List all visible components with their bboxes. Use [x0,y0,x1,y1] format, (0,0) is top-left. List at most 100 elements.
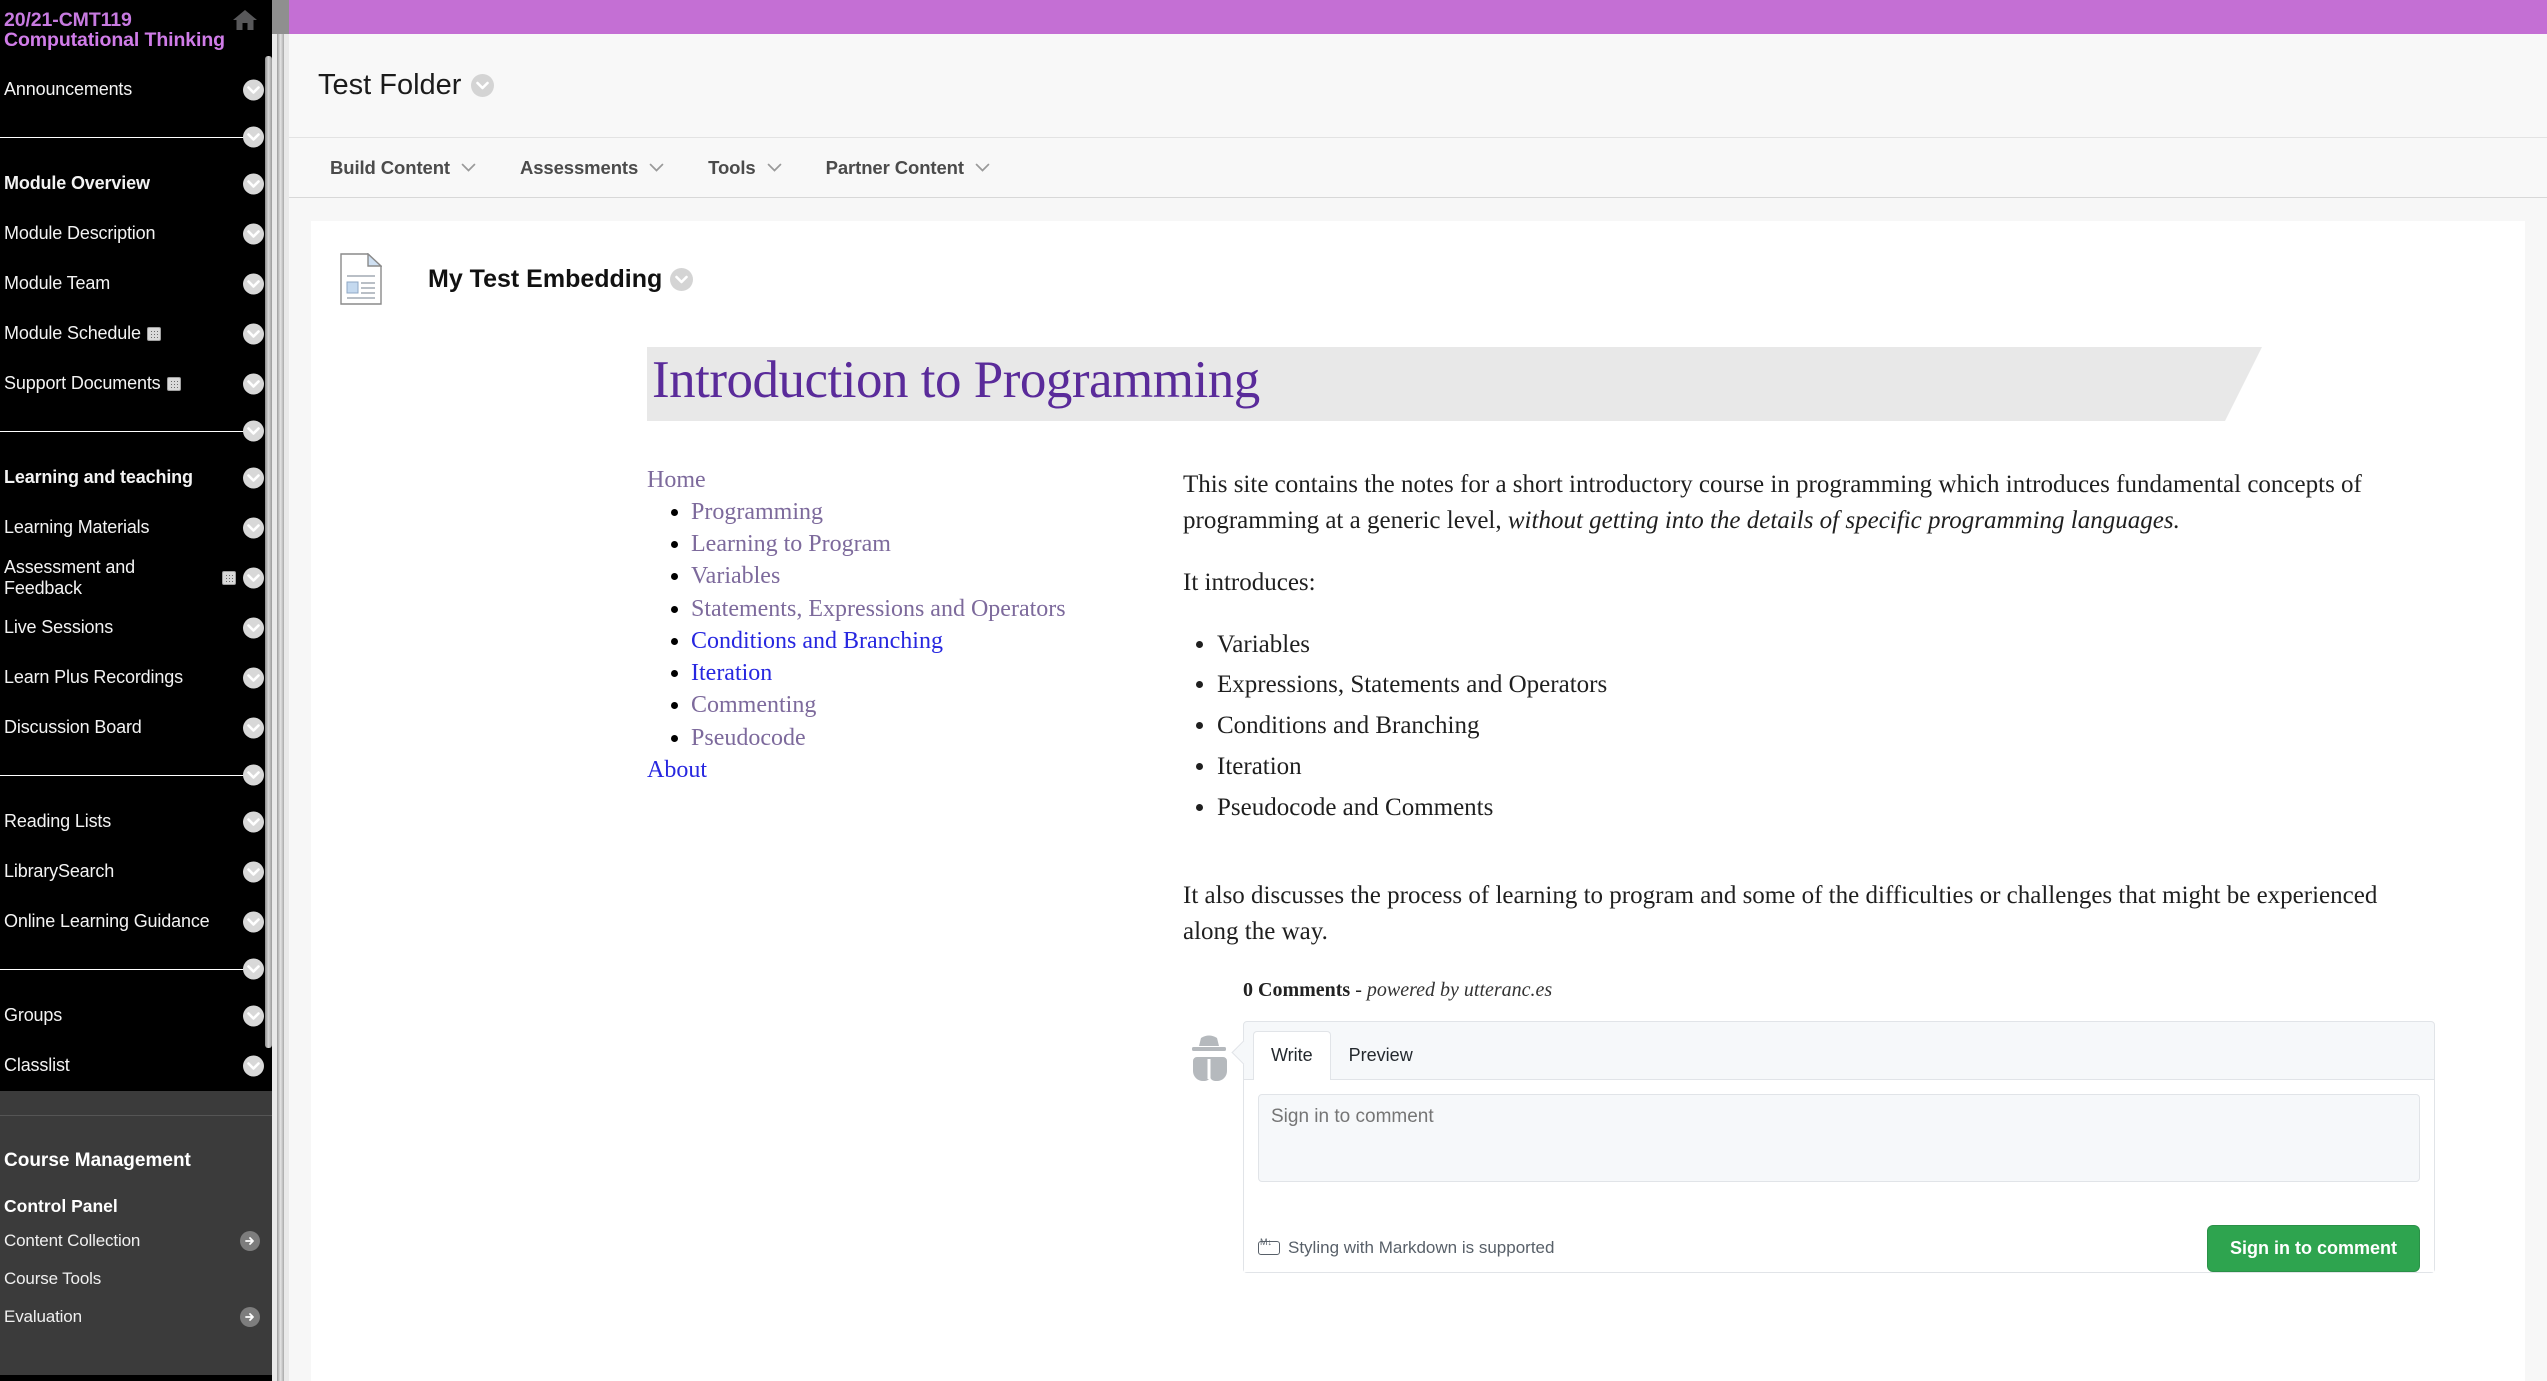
chevron-down-circle-icon[interactable] [243,173,264,195]
menu-build-content[interactable]: Build Content [308,157,498,179]
chevron-down-circle-icon[interactable] [243,717,264,739]
tab-write[interactable]: Write [1253,1030,1331,1081]
sidebar-item-assessment-and-feedback[interactable]: Assessment and Feedback [0,553,272,603]
toc-link-variables[interactable]: Variables [691,563,780,589]
sidebar-item-label: LibrarySearch [4,861,115,882]
course-title-block[interactable]: 20/21-CMT119 Computational Thinking [0,0,272,65]
toc-link-statements-expressions-and-operators[interactable]: Statements, Expressions and Operators [691,596,1066,622]
chevron-down-circle-icon[interactable] [243,764,264,786]
sidebar-item-discussion-board[interactable]: Discussion Board [0,703,272,753]
course-menu-divider [0,409,272,453]
toc-link-iteration[interactable]: Iteration [691,660,772,686]
chevron-down-circle-icon[interactable] [243,1055,264,1077]
chevron-down-icon [649,163,664,172]
folder-context-menu-icon[interactable] [471,74,495,97]
sidebar-item-support-documents[interactable]: Support Documents [0,359,272,409]
sidebar-item-label: Learning and teaching [4,467,193,488]
chevron-down-circle-icon[interactable] [243,811,264,833]
comment-input[interactable] [1258,1094,2420,1183]
toc-link-conditions-and-branching[interactable]: Conditions and Branching [691,628,943,654]
sidebar-item-learning-and-teaching[interactable]: Learning and teaching [0,453,272,503]
arrow-right-circle-icon[interactable] [240,1230,260,1251]
chevron-down-circle-icon[interactable] [243,323,264,345]
chevron-down-circle-icon[interactable] [243,617,264,639]
sidebar-item-learn-plus-recordings[interactable]: Learn Plus Recordings [0,653,272,703]
tab-preview[interactable]: Preview [1331,1031,1431,1081]
content-item-title[interactable]: My Test Embedding [428,265,662,294]
comments-powered-by: powered by utteranc.es [1366,979,1553,1002]
toc-link-pseudocode[interactable]: Pseudocode [691,725,806,751]
chevron-down-circle-icon[interactable] [243,223,264,245]
chevron-down-circle-icon[interactable] [243,126,264,148]
divider-rule [0,430,248,432]
toc-list-item: Commenting [691,690,1067,720]
chevron-down-circle-icon[interactable] [243,861,264,883]
toc-list: Programming Learning to Program Variables S… [691,497,1067,753]
toc-link-home[interactable]: Home [647,467,1067,494]
chevron-down-circle-icon[interactable] [243,1005,264,1027]
chevron-down-circle-icon[interactable] [243,373,264,395]
content-pane: My Test Embedding Introduction to Progra… [289,199,2547,1381]
toc-link-about[interactable]: About [647,757,1067,784]
chevron-down-circle-icon[interactable] [243,273,264,295]
sidebar-item-module-team[interactable]: Module Team [0,259,272,309]
content-item-context-menu-icon[interactable] [670,267,694,291]
course-name: Computational Thinking [4,29,225,52]
chevron-down-circle-icon[interactable] [243,567,264,589]
toc-link-programming[interactable]: Programming [691,499,823,525]
sidebar-item-module-overview[interactable]: Module Overview [0,159,272,209]
sidebar-item-reading-lists[interactable]: Reading Lists [0,797,272,847]
sidebar-item-module-description[interactable]: Module Description [0,209,272,259]
chevron-down-circle-icon[interactable] [243,958,264,980]
sidebar-item-announcements[interactable]: Announcements [0,65,272,115]
control-panel-item-evaluation[interactable]: Evaluation [4,1303,268,1331]
sidebar-item-librarysearch[interactable]: LibrarySearch [0,847,272,897]
toc-link-commenting[interactable]: Commenting [691,692,816,718]
site-banner: Introduction to Programming [647,347,2262,421]
sidebar-scrollbar-thumb[interactable] [265,56,272,1048]
chevron-down-circle-icon[interactable] [243,467,264,489]
chevron-down-icon [461,163,476,172]
chevron-down-circle-icon[interactable] [243,667,264,689]
chevron-down-circle-icon[interactable] [243,517,264,539]
sign-in-to-comment-button[interactable]: Sign in to comment [2206,1224,2420,1272]
document-icon [340,252,383,305]
control-panel-item-content-collection[interactable]: Content Collection [4,1227,268,1255]
site-banner-title: Introduction to Programming [652,351,1260,409]
sidebar-item-learning-materials[interactable]: Learning Materials [0,503,272,553]
comments-dash: - [1350,979,1367,1002]
chevron-down-circle-icon[interactable] [243,420,264,442]
menu-tools-label: Tools [708,156,756,178]
sidebar-item-online-learning-guidance[interactable]: Online Learning Guidance [0,897,272,947]
menu-partner-content[interactable]: Partner Content [804,157,1012,179]
incognito-avatar-icon [1183,1035,1235,1085]
divider-bar[interactable] [277,34,284,1381]
toc-list-item: Variables [691,561,1067,591]
sidebar-item-label: Module Overview [4,173,150,194]
site-article: This site contains the notes for a short… [1067,467,2525,1273]
article-bullet: Variables [1217,628,2435,662]
course-code: 20/21-CMT119 [4,9,132,31]
chevron-down-circle-icon[interactable] [243,79,264,101]
sidebar-item-groups[interactable]: Groups [0,991,272,1041]
menu-tools[interactable]: Tools [686,157,803,179]
arrow-right-circle-icon[interactable] [240,1306,260,1327]
sidebar-item-live-sessions[interactable]: Live Sessions [0,603,272,653]
comment-box: Write Preview Sign in to comment M↓ Styl… [1243,1020,2435,1273]
sidebar-item-label: Reading Lists [4,811,112,832]
chevron-down-circle-icon[interactable] [243,911,264,933]
sidebar-item-label: Learn Plus Recordings [4,667,183,688]
sidebar-item-module-schedule[interactable]: Module Schedule [0,309,272,359]
grid-badge-icon [166,376,181,391]
menu-assessments[interactable]: Assessments [498,157,686,179]
sidebar-item-classlist[interactable]: Classlist [0,1041,272,1091]
folder-header: Test Folder [289,34,2547,138]
sidebar-gap [0,1090,272,1115]
toc-link-learning-to-program[interactable]: Learning to Program [691,531,891,557]
home-icon[interactable] [232,8,258,32]
control-panel-item-course-tools[interactable]: Course Tools [4,1265,268,1293]
sidebar-resize-divider[interactable] [272,0,289,1381]
article-bullet: Expressions, Statements and Operators [1217,668,2435,702]
control-panel-items: Content Collection Course Tools Evaluation [4,1227,268,1331]
article-bullet: Pseudocode and Comments [1217,791,2435,825]
